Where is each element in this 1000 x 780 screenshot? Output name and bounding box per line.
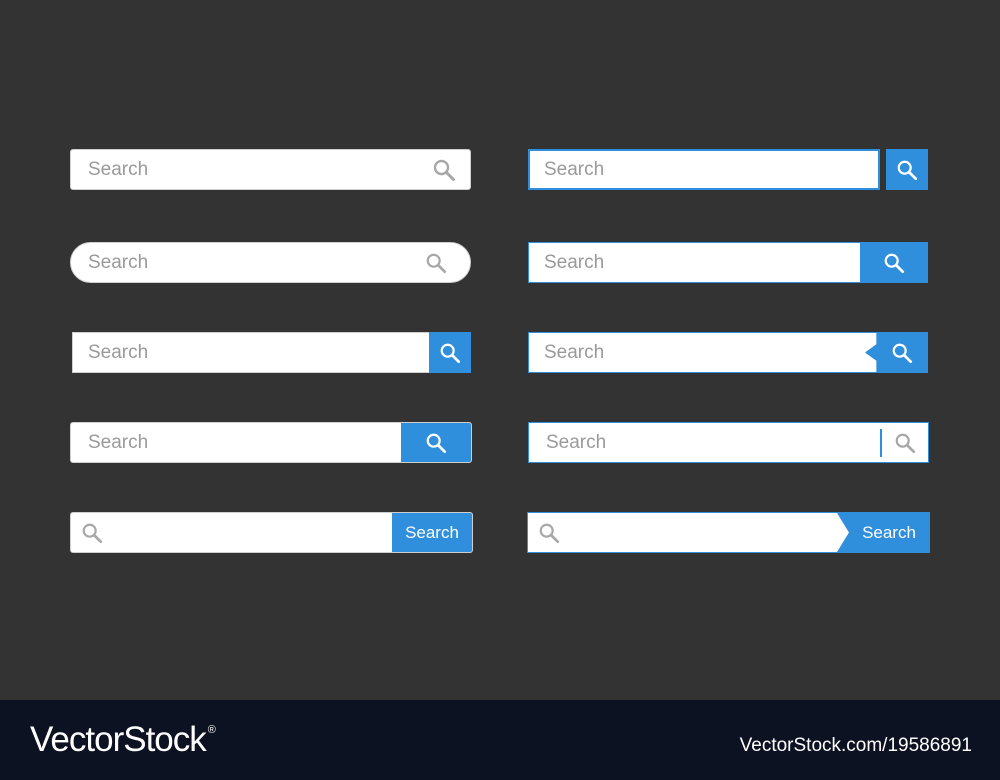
search-icon[interactable] — [425, 252, 447, 274]
search-icon — [891, 342, 913, 364]
registered-mark: ® — [207, 724, 216, 736]
search-placeholder: Search — [88, 251, 149, 273]
search-button[interactable] — [860, 243, 927, 282]
vectorstock-logo: VectorStock ® — [30, 720, 216, 760]
search-placeholder: Search — [544, 158, 605, 180]
search-placeholder: Search — [544, 341, 605, 363]
search-icon — [81, 522, 103, 544]
search-icon — [538, 522, 560, 544]
search-bar-3[interactable]: Search — [72, 332, 471, 373]
search-bar-2[interactable]: Search — [70, 242, 471, 283]
search-bar-9[interactable]: Search — [528, 422, 929, 463]
search-placeholder: Search — [544, 251, 605, 273]
stock-id: VectorStock.com/19586891 — [739, 735, 972, 756]
search-bar-8[interactable]: Search — [528, 332, 928, 373]
search-input[interactable] — [111, 513, 385, 552]
search-placeholder: Search — [546, 431, 607, 453]
search-bar-6[interactable]: Search — [528, 149, 880, 190]
search-bar-1[interactable]: Search — [70, 149, 471, 190]
canvas: Search Search Search Search Search Searc… — [0, 0, 1000, 700]
brand-name: VectorStock — [30, 720, 207, 759]
search-button[interactable] — [886, 149, 928, 190]
divider — [880, 429, 882, 457]
search-input[interactable] — [568, 513, 832, 552]
search-icon — [439, 342, 461, 364]
search-icon — [425, 432, 447, 454]
search-button[interactable] — [429, 332, 471, 373]
search-icon[interactable] — [894, 432, 916, 454]
search-icon — [896, 159, 918, 181]
search-placeholder: Search — [88, 341, 149, 363]
footer-bar: VectorStock ® VectorStock.com/19586891 — [0, 700, 1000, 780]
search-icon[interactable] — [432, 158, 456, 182]
search-bar-5[interactable]: Search — [70, 512, 473, 553]
search-placeholder: Search — [88, 431, 149, 453]
search-placeholder: Search — [88, 158, 149, 180]
search-button[interactable] — [401, 423, 471, 462]
search-button[interactable]: Search — [392, 513, 472, 552]
search-bar-7[interactable]: Search — [528, 242, 928, 283]
search-bar-10[interactable]: Search — [527, 512, 930, 553]
search-bar-4[interactable]: Search — [70, 422, 472, 463]
search-button[interactable] — [865, 332, 928, 373]
search-button[interactable]: Search — [837, 513, 929, 552]
search-icon — [883, 252, 905, 274]
